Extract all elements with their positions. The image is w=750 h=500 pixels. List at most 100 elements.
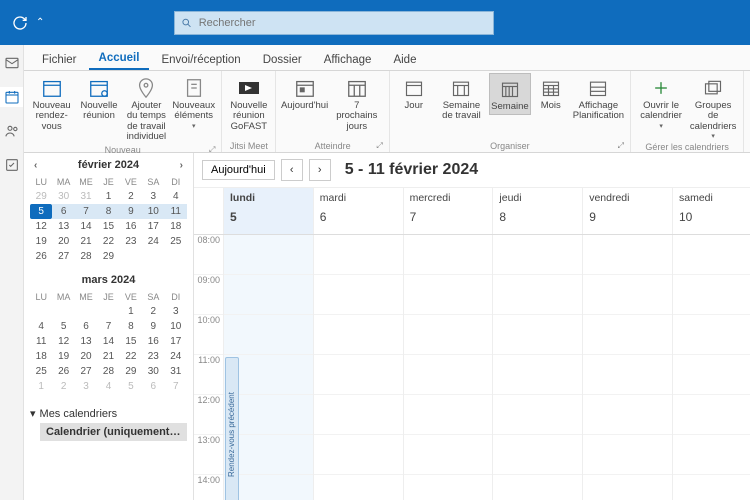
mini-day[interactable]: 12 (30, 219, 52, 234)
mini-day[interactable]: 4 (30, 319, 52, 334)
ribbon-button[interactable]: Mois (531, 73, 571, 113)
time-slot[interactable] (493, 315, 582, 355)
sync-icon[interactable] (10, 13, 30, 33)
mini-day[interactable]: 6 (142, 379, 164, 394)
mini-day[interactable]: 2 (142, 304, 164, 319)
time-slot[interactable] (314, 395, 403, 435)
next-week-button[interactable]: › (309, 159, 331, 181)
time-slot[interactable] (224, 315, 313, 355)
time-slot[interactable] (314, 435, 403, 475)
mini-day[interactable]: 15 (97, 219, 119, 234)
mini-day[interactable]: 2 (120, 189, 142, 204)
time-slot[interactable] (583, 275, 672, 315)
mini-day[interactable]: 1 (97, 189, 119, 204)
day-column[interactable] (404, 235, 494, 500)
mini-day[interactable]: 30 (142, 364, 164, 379)
mini-day[interactable]: 29 (30, 189, 52, 204)
mini-day[interactable]: 14 (75, 219, 97, 234)
day-header[interactable]: lundi5 (224, 188, 314, 234)
rail-calendar-icon[interactable] (0, 87, 23, 107)
mini-day[interactable]: 29 (97, 249, 119, 264)
time-slot[interactable] (673, 275, 750, 315)
mini-day[interactable]: 7 (165, 379, 187, 394)
mini-day[interactable]: 4 (97, 379, 119, 394)
mini-day[interactable]: 17 (142, 219, 164, 234)
mini-day[interactable]: 29 (120, 364, 142, 379)
time-slot[interactable] (224, 275, 313, 315)
calendar-tree-item[interactable]: Calendrier (uniquement cet... (40, 423, 187, 441)
tab-affichage[interactable]: Affichage (314, 50, 382, 70)
ribbon-button[interactable]: Jour (394, 73, 434, 113)
mini-day[interactable]: 31 (75, 189, 97, 204)
time-slot[interactable] (493, 355, 582, 395)
mini-day[interactable]: 12 (52, 334, 74, 349)
mini-day[interactable]: 19 (30, 234, 52, 249)
time-slot[interactable] (673, 235, 750, 275)
rail-people-icon[interactable] (2, 121, 22, 141)
mini-day[interactable]: 8 (120, 319, 142, 334)
mini-day[interactable]: 14 (97, 334, 119, 349)
time-slot[interactable] (404, 315, 493, 355)
mini-day[interactable]: 9 (142, 319, 164, 334)
mini-day[interactable]: 3 (165, 304, 187, 319)
day-header[interactable]: mardi6 (314, 188, 404, 234)
mini-day[interactable]: 7 (75, 204, 97, 219)
mini-day[interactable]: 15 (120, 334, 142, 349)
ribbon-button[interactable]: Semaine de travail (434, 73, 489, 124)
expand-icon[interactable]: ⤢ (618, 141, 624, 151)
time-slot[interactable] (583, 395, 672, 435)
time-slot[interactable] (583, 235, 672, 275)
day-column[interactable] (314, 235, 404, 500)
ribbon-button[interactable]: Nouveau rendez-vous (28, 73, 75, 134)
mini-day[interactable]: 25 (30, 364, 52, 379)
ribbon-button[interactable]: Aujourd'hui (280, 73, 328, 113)
time-slot[interactable] (493, 275, 582, 315)
mini-day[interactable]: 6 (52, 204, 74, 219)
time-slot[interactable] (404, 355, 493, 395)
time-slot[interactable] (404, 435, 493, 475)
time-slot[interactable] (314, 355, 403, 395)
mini-day[interactable]: 8 (97, 204, 119, 219)
time-slot[interactable] (404, 395, 493, 435)
search-input[interactable] (199, 17, 488, 29)
day-header[interactable]: vendredi9 (583, 188, 673, 234)
expand-icon[interactable]: ⤢ (209, 145, 215, 155)
mini-day[interactable]: 20 (52, 234, 74, 249)
mini-day[interactable]: 5 (120, 379, 142, 394)
mini-day[interactable]: 21 (75, 234, 97, 249)
search-box[interactable] (174, 11, 494, 35)
mini-day[interactable]: 26 (30, 249, 52, 264)
ribbon-button[interactable]: Groupes de calendriers▾ (687, 73, 739, 142)
mini-day[interactable]: 16 (120, 219, 142, 234)
rail-mail-icon[interactable] (2, 53, 22, 73)
mini-day[interactable]: 24 (142, 234, 164, 249)
mini-day[interactable]: 13 (75, 334, 97, 349)
mini-day[interactable]: 9 (120, 204, 142, 219)
mini-day[interactable]: 31 (165, 364, 187, 379)
rail-tasks-icon[interactable] (2, 155, 22, 175)
mini-day[interactable] (30, 304, 52, 319)
time-slot[interactable] (314, 275, 403, 315)
mini-day[interactable]: 21 (97, 349, 119, 364)
mini-day[interactable] (97, 304, 119, 319)
ribbon-button[interactable]: Ouvrir le calendrier▾ (635, 73, 687, 132)
tab-fichier[interactable]: Fichier (32, 50, 87, 70)
mini-day[interactable]: 19 (52, 349, 74, 364)
mini-day[interactable]: 6 (75, 319, 97, 334)
mini-day[interactable]: 3 (75, 379, 97, 394)
mini-day[interactable] (75, 304, 97, 319)
mini-day[interactable]: 1 (30, 379, 52, 394)
time-slot[interactable] (314, 315, 403, 355)
tab-envoirception[interactable]: Envoi/réception (151, 50, 250, 70)
ribbon-button[interactable]: Ajouter du temps de travail individuel (123, 73, 170, 145)
mini-day[interactable]: 10 (142, 204, 164, 219)
mini-day[interactable]: 2 (52, 379, 74, 394)
mini-day[interactable]: 26 (52, 364, 74, 379)
mini-day[interactable]: 30 (52, 189, 74, 204)
mini-day[interactable]: 22 (97, 234, 119, 249)
mini-day[interactable]: 22 (120, 349, 142, 364)
today-button[interactable]: Aujourd'hui (202, 160, 275, 180)
time-slot[interactable] (583, 435, 672, 475)
overflow-icon[interactable]: ⌃ (36, 17, 44, 28)
day-header[interactable]: mercredi7 (404, 188, 494, 234)
